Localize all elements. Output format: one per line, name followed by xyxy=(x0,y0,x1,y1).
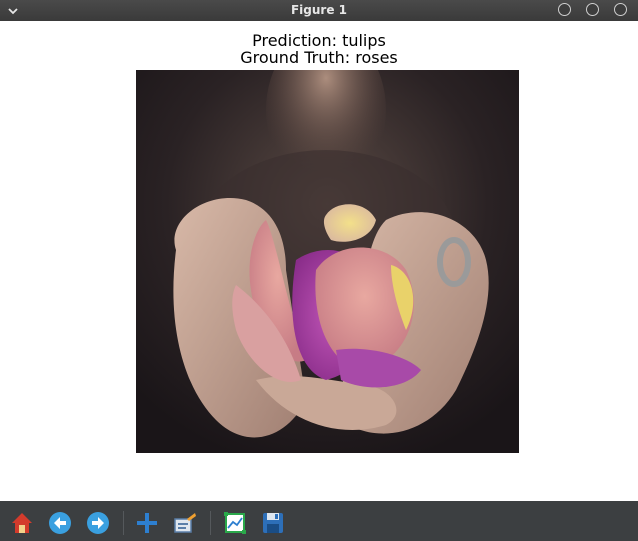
navigation-toolbar xyxy=(0,501,638,541)
plot-title-prediction: Prediction: tulips xyxy=(252,31,386,50)
pan-icon[interactable] xyxy=(135,511,159,535)
toolbar-separator xyxy=(210,511,211,535)
image-axes xyxy=(136,70,519,453)
figure-canvas[interactable]: Prediction: tulips Ground Truth: roses xyxy=(0,21,638,501)
figure-window: Figure 1 Prediction: tulips Ground Truth… xyxy=(0,0,638,541)
home-icon[interactable] xyxy=(10,511,34,535)
subplots-icon[interactable] xyxy=(223,511,247,535)
maximize-icon[interactable] xyxy=(586,3,599,16)
zoom-rect-icon[interactable] xyxy=(173,511,197,535)
forward-arrow-icon[interactable] xyxy=(86,511,110,535)
minimize-icon[interactable] xyxy=(558,3,571,16)
window-title: Figure 1 xyxy=(290,3,348,17)
plot-title-ground-truth: Ground Truth: roses xyxy=(240,48,398,67)
flower-photo xyxy=(136,70,519,453)
toolbar-separator xyxy=(123,511,124,535)
title-bar[interactable]: Figure 1 xyxy=(0,0,638,21)
back-arrow-icon[interactable] xyxy=(48,511,72,535)
save-icon[interactable] xyxy=(261,511,285,535)
close-icon[interactable] xyxy=(614,3,627,16)
